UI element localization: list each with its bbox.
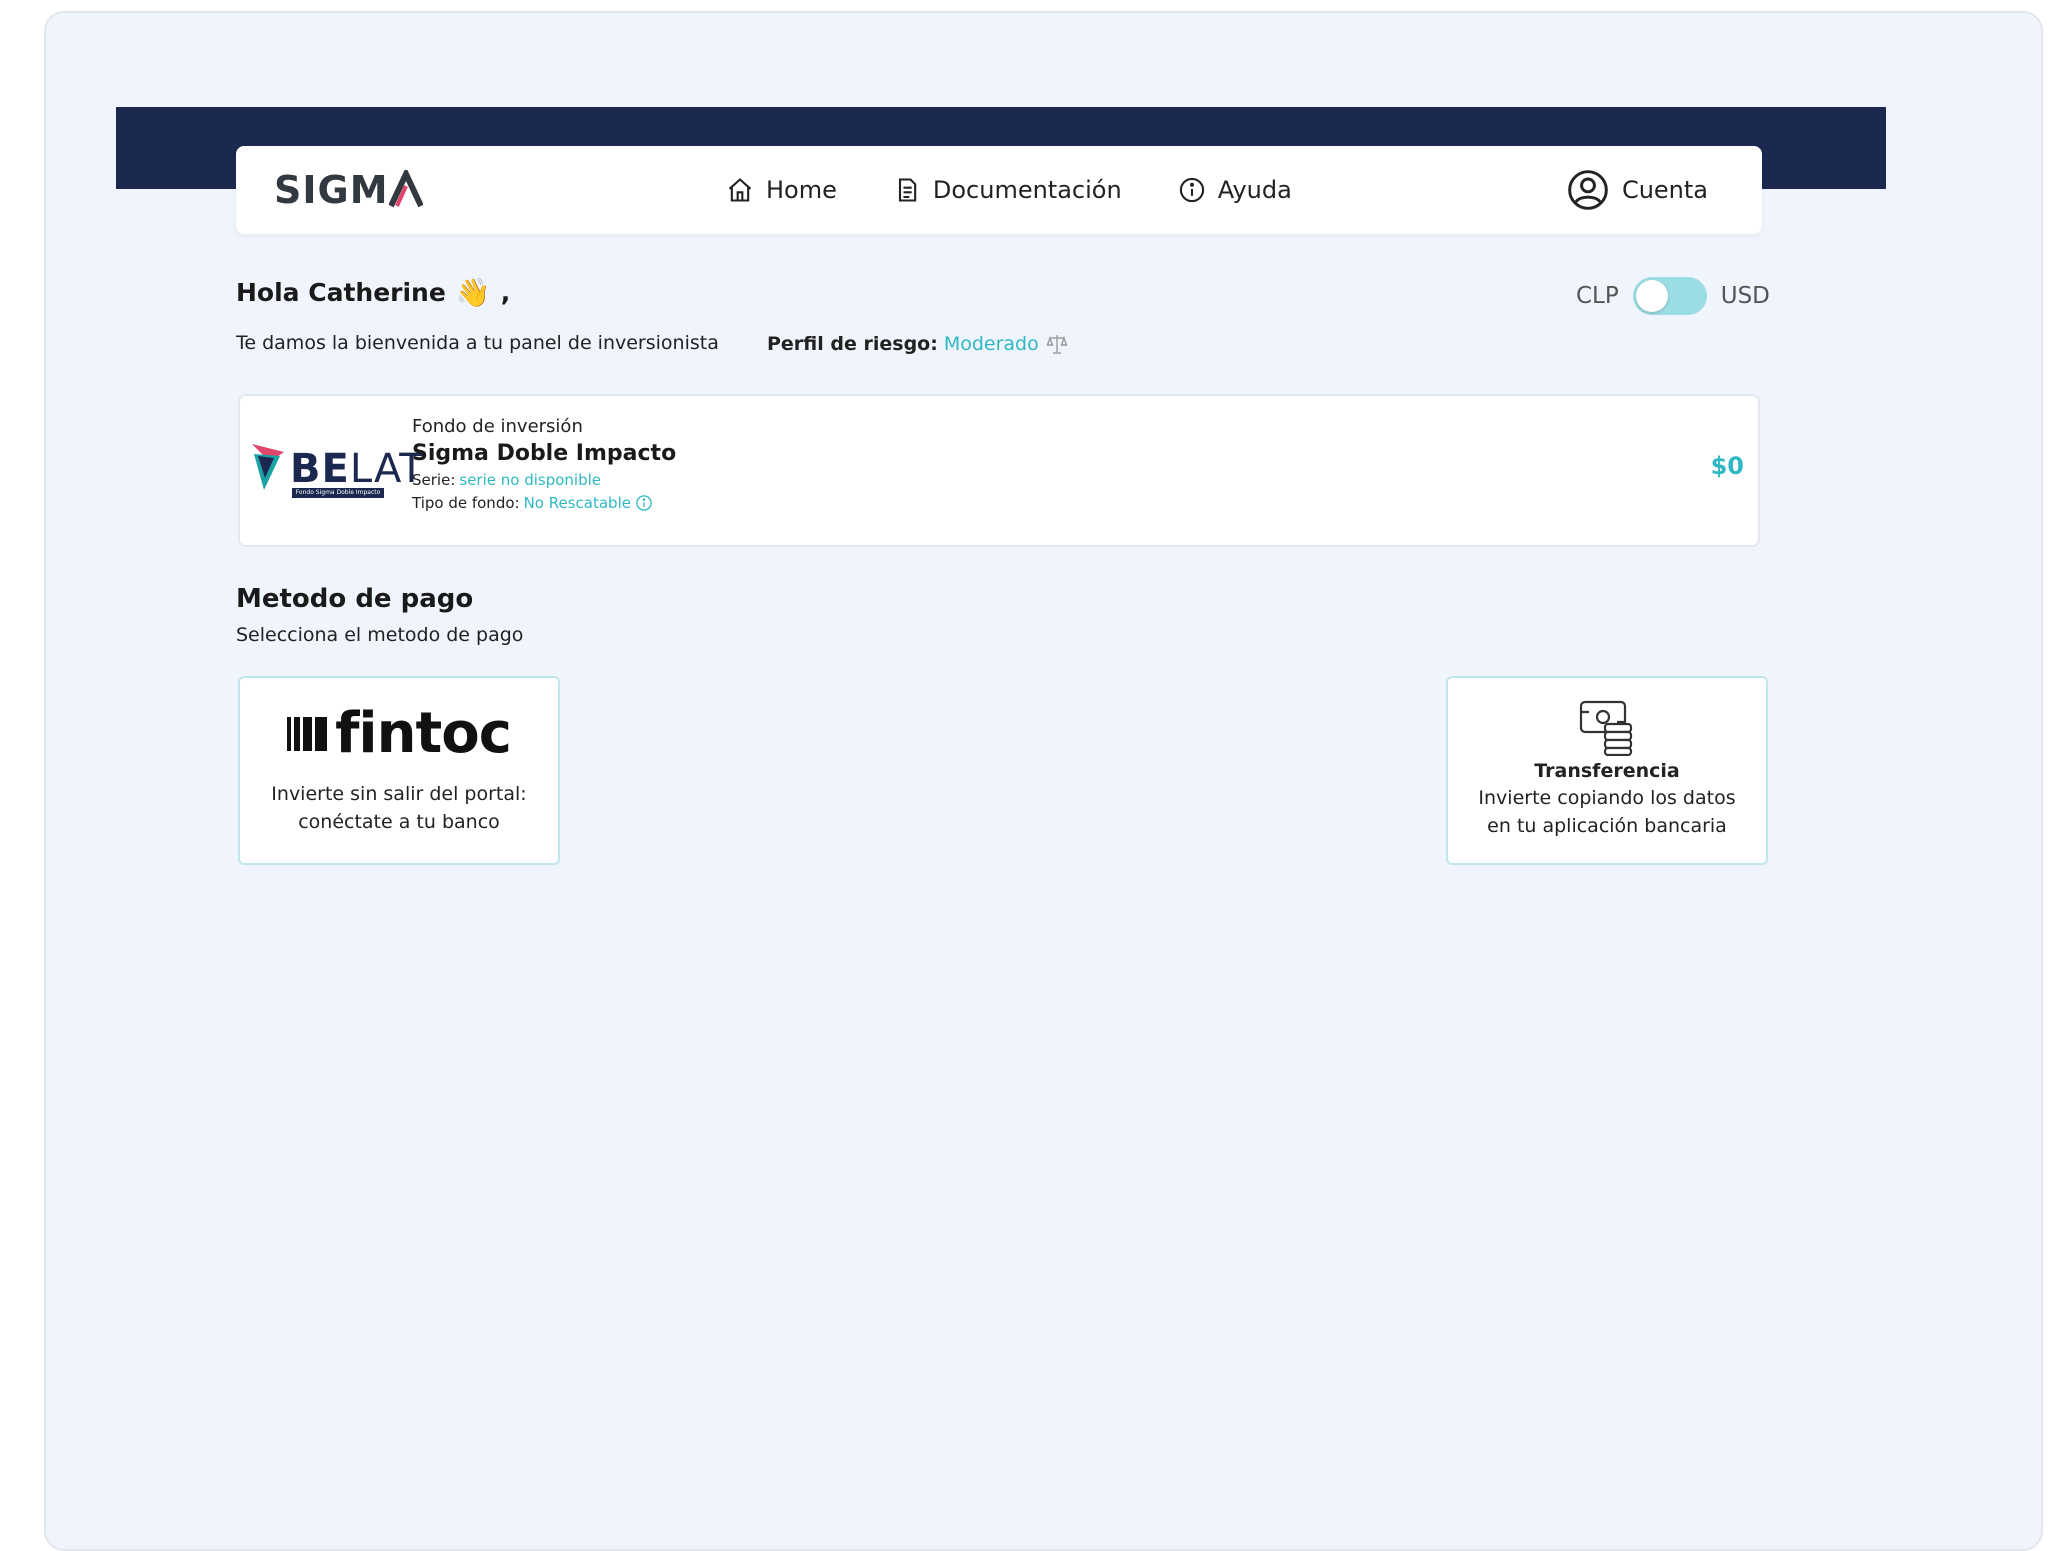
home-icon [728,178,752,202]
fintoc-description-line2: conéctate a tu banco [298,811,500,833]
navbar: SIGM Home Documentación Ayuda Cuenta [236,146,1762,234]
transfer-description-line2: en tu aplicación bancaria [1487,815,1727,837]
fund-type-label: Tipo de fondo: [412,494,520,512]
document-icon [898,178,917,202]
greeting-suffix: , [500,278,511,307]
toggle-knob [1635,280,1668,312]
payment-option-transfer[interactable]: Transferencia Invierte copiando los dato… [1446,676,1768,865]
fintoc-description-line1: Invierte sin salir del portal: [271,783,527,805]
fund-series-value: serie no disponible [459,471,601,489]
risk-profile: Perfil de riesgo: Moderado [767,332,1069,356]
fintoc-wordmark: fintoc [335,701,512,766]
nav-links: Home Documentación Ayuda [726,146,1292,234]
fund-type: Tipo de fondo: No Rescatable [412,494,676,512]
transfer-description-line1: Invierte copiando los datos [1478,787,1736,809]
greeting-title: Hola Catherine [236,278,446,307]
transfer-description: Invierte copiando los datos en tu aplica… [1448,784,1766,840]
fintoc-logo: fintoc [240,704,558,764]
fund-series: Serie: serie no disponible [412,471,676,489]
risk-profile-label: Perfil de riesgo: [767,333,938,355]
info-icon[interactable] [635,494,653,512]
welcome-text: Te damos la bienvenida a tu panel de inv… [236,332,719,354]
fund-info: Fondo de inversión Sigma Doble Impacto S… [412,416,676,512]
nav-help-label: Ayuda [1217,176,1292,204]
balance-scale-icon [1046,335,1068,354]
payment-method-subtitle: Selecciona el metodo de pago [236,624,524,646]
transfer-title: Transferencia [1534,760,1680,782]
belat-subtitle: Fondo Sigma Doble Impacto [292,488,384,498]
fintoc-bars-icon [287,717,328,751]
currency-toggle[interactable] [1632,277,1707,315]
logo-text: SIGM [274,168,389,212]
belat-logo: BELAT Fondo Sigma Doble Impacto [250,442,424,502]
transfer-icon [1448,698,1766,757]
fund-series-label: Serie: [412,471,456,489]
fund-amount: $0 [1710,452,1744,480]
payment-method-title: Metodo de pago [236,584,474,614]
fintoc-description: Invierte sin salir del portal: conéctate… [240,780,558,836]
logo-a-mark-icon [387,166,424,210]
belat-wordmark-bold: BE [290,446,350,492]
nav-home[interactable]: Home [726,176,837,204]
waving-hand-icon: 👋 [455,276,491,309]
nav-documentation-label: Documentación [932,176,1122,204]
greeting: Hola Catherine 👋 , [236,276,510,309]
fund-card[interactable]: BELAT Fondo Sigma Doble Impacto Fondo de… [238,394,1760,547]
nav-documentation[interactable]: Documentación [893,176,1122,204]
currency-usd-label: USD [1720,283,1770,309]
fund-type-value: No Rescatable [523,494,631,512]
account-menu[interactable]: Cuenta [1566,146,1708,234]
user-circle-icon [1568,170,1608,210]
info-icon [1179,177,1204,203]
currency-clp-label: CLP [1576,283,1619,309]
currency-switch: CLP USD [1576,276,1770,316]
fund-name: Sigma Doble Impacto [412,441,677,466]
account-label: Cuenta [1621,176,1708,204]
nav-home-label: Home [766,176,837,204]
nav-help[interactable]: Ayuda [1178,176,1292,204]
belat-triangle-icon [252,444,284,490]
payment-option-fintoc[interactable]: fintoc Invierte sin salir del portal: co… [238,676,560,865]
sigma-logo[interactable]: SIGM [274,166,424,214]
risk-profile-value: Moderado [943,333,1039,355]
belat-wordmark: BELAT [290,446,425,492]
fund-kind: Fondo de inversión [412,416,583,437]
